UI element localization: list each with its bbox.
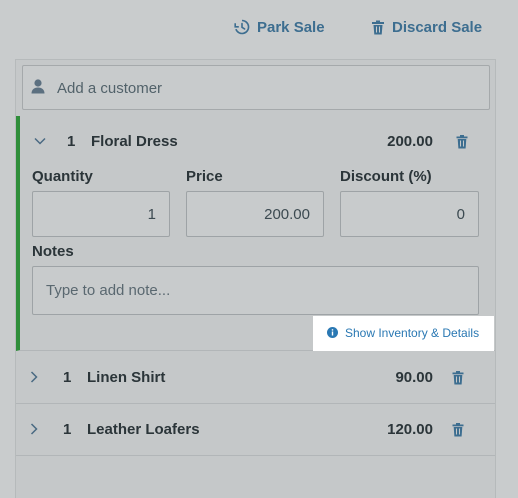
sale-actions-bar: Park Sale Discard Sale [0, 0, 518, 54]
info-icon [327, 327, 338, 338]
line-item-qty: 1 [67, 133, 76, 150]
quantity-input[interactable] [33, 192, 169, 236]
show-inventory-details-label: Show Inventory & Details [345, 326, 480, 340]
line-item-name: Leather Loafers [87, 421, 200, 438]
customer-search-input[interactable] [57, 76, 477, 100]
user-icon [31, 79, 45, 94]
chevron-right-icon[interactable] [30, 371, 38, 383]
quantity-label: Quantity [32, 168, 93, 185]
line-item-price: 200.00 [387, 133, 433, 150]
line-item-qty: 1 [63, 369, 72, 386]
discount-input[interactable] [341, 192, 478, 236]
line-item[interactable]: 1 Linen Shirt 90.00 [16, 352, 495, 404]
discount-field[interactable] [340, 191, 479, 237]
show-inventory-details-link[interactable]: Show Inventory & Details [313, 316, 494, 351]
line-item-qty: 1 [63, 421, 72, 438]
park-sale-label: Park Sale [257, 18, 325, 36]
discard-sale-label: Discard Sale [392, 18, 483, 36]
discount-label: Discount (%) [340, 168, 432, 185]
notes-field[interactable] [32, 266, 479, 315]
trash-icon [372, 20, 384, 34]
discard-sale-button[interactable]: Discard Sale [371, 16, 482, 38]
park-sale-button[interactable]: Park Sale [234, 16, 325, 38]
line-item-price: 120.00 [387, 421, 433, 438]
trash-icon[interactable] [452, 423, 464, 437]
quantity-field[interactable] [32, 191, 170, 237]
line-item-header[interactable]: 1 Floral Dress 200.00 [20, 116, 495, 168]
price-input[interactable] [187, 192, 323, 236]
price-field[interactable] [186, 191, 324, 237]
price-label: Price [186, 168, 223, 185]
notes-label: Notes [32, 243, 74, 260]
line-item-name: Floral Dress [91, 133, 178, 150]
chevron-right-icon[interactable] [30, 423, 38, 435]
customer-search-field[interactable] [22, 65, 490, 110]
line-item-price: 90.00 [395, 369, 433, 386]
history-icon [234, 19, 250, 35]
line-item-name: Linen Shirt [87, 369, 166, 386]
chevron-down-icon[interactable] [34, 137, 46, 145]
trash-icon[interactable] [452, 371, 464, 385]
trash-icon[interactable] [456, 135, 468, 149]
notes-input[interactable] [33, 267, 478, 314]
line-item[interactable]: 1 Leather Loafers 120.00 [16, 404, 495, 456]
